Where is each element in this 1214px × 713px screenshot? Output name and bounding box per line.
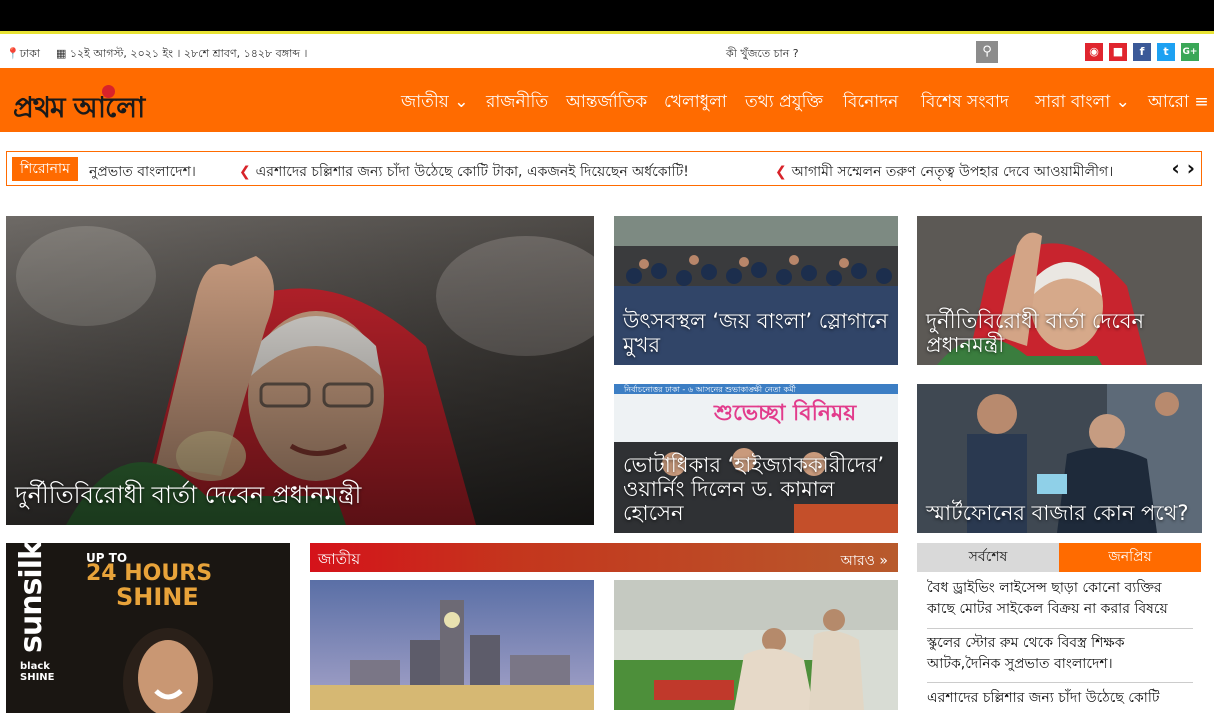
- camera-icon[interactable]: ◉: [1085, 43, 1103, 61]
- ticker-nav[interactable]: ‹ ›: [1172, 156, 1195, 180]
- lead-story-headline[interactable]: দুর্নীতিবিরোধী বার্তা দেবেন প্রধানমন্ত্র…: [15, 481, 586, 509]
- section-more-link[interactable]: আরও »: [841, 549, 888, 573]
- chevron-down-icon: ⌄: [454, 92, 469, 112]
- story-headline[interactable]: স্মার্টফোনের বাজার কোন পথে?: [926, 501, 1194, 525]
- search-button[interactable]: ⚲: [976, 41, 998, 63]
- site-logo[interactable]: প্রথম আলো: [13, 85, 145, 133]
- chevron-left-icon[interactable]: ‹: [1172, 156, 1180, 180]
- headline-ticker: শিরোনাম নুপ্রভাত বাংলাদেশ। ❮ এরশাদের চল্…: [6, 151, 1202, 186]
- search-input[interactable]: কী খুঁজতে চান ?: [726, 45, 799, 64]
- list-item[interactable]: বৈধ ড্রাইভিং লাইসেন্স ছাড়া কোনো ব্যক্তি…: [927, 578, 1193, 620]
- list-item[interactable]: এরশাদের চল্লিশার জন্য চাঁদা উঠেছে কোটি: [927, 688, 1193, 709]
- story-card[interactable]: নির্বাচনোত্তর ঢাকা - ৬ আসনের শুভাকাঙ্ক্ষ…: [614, 384, 898, 533]
- list-divider: [927, 628, 1193, 629]
- nav-item-tech[interactable]: তথ্য প্রযুক্তি: [745, 89, 823, 117]
- chevron-left-icon: ❮: [239, 164, 256, 180]
- memorial-image: [614, 580, 898, 710]
- location: 📍ঢাকা: [6, 47, 41, 60]
- story-card[interactable]: স্মার্টফোনের বাজার কোন পথে?: [917, 384, 1202, 533]
- sidebar-tabs: সর্বশেষ জনপ্রিয়: [917, 543, 1202, 572]
- chevron-down-icon: ⌄: [1115, 92, 1130, 112]
- story-card[interactable]: উৎসবস্থল ‘জয় বাংলা’ স্লোগানে মুখর: [614, 216, 898, 365]
- section-story-image[interactable]: [310, 580, 594, 710]
- ticker-item[interactable]: নুপ্রভাত বাংলাদেশ।: [89, 160, 196, 184]
- ad-line3: SHINE: [116, 583, 199, 611]
- lead-story[interactable]: দুর্নীতিবিরোধী বার্তা দেবেন প্রধানমন্ত্র…: [6, 216, 594, 525]
- logo-dot: [102, 85, 115, 98]
- story-card[interactable]: দুর্নীতিবিরোধী বার্তা দেবেন প্রধানমন্ত্র…: [917, 216, 1202, 365]
- ticker-label: শিরোনাম: [12, 157, 78, 181]
- story-headline[interactable]: ভোটাধিকার ‘হাইজ্যাককারীদের’ ওয়ার্নিং দি…: [623, 453, 890, 525]
- story-headline[interactable]: উৎসবস্থল ‘জয় বাংলা’ স্লোগানে মুখর: [623, 309, 890, 357]
- top-black-bar: [0, 0, 1214, 34]
- tab-latest[interactable]: সর্বশেষ: [917, 543, 1059, 572]
- menu-icon: ≡: [1194, 92, 1209, 112]
- nav-item-special[interactable]: বিশেষ সংবাদ: [921, 89, 1009, 117]
- nav-item-more[interactable]: আরো ≡: [1148, 89, 1209, 117]
- section-story-image[interactable]: [614, 580, 898, 710]
- list-divider: [927, 682, 1193, 683]
- sunsilk-ad[interactable]: sunsilk UP TO 24 HOURS SHINE black SHINE: [6, 543, 290, 713]
- date-line: ▦ ১২ই আগস্ট, ২০২১ ইং । ২৮শে শ্রাবণ, ১৪২৮…: [56, 47, 308, 60]
- video-icon[interactable]: ■: [1109, 43, 1127, 61]
- ticker-item[interactable]: ❮ আগামী সম্মেলন তরুণ নেতৃত্ব উপহার দেবে …: [775, 160, 1113, 184]
- ad-sub: black SHINE: [20, 661, 55, 683]
- nav-item-politics[interactable]: রাজনীতি: [486, 89, 548, 117]
- section-header-national: জাতীয় আরও »: [310, 543, 898, 572]
- location-pin-icon: 📍: [6, 47, 20, 60]
- main-navbar: প্রথম আলো জাতীয় ⌄ রাজনীতি আন্তর্জাতিক খ…: [0, 68, 1214, 132]
- svg-text:নির্বাচনোত্তর ঢাকা - ৬ আসনের শ: নির্বাচনোত্তর ঢাকা - ৬ আসনের শুভাকাঙ্ক্ষ…: [623, 384, 797, 394]
- chevron-right-icon[interactable]: ›: [1187, 156, 1195, 180]
- svg-text:শুভেচ্ছা বিনিময়: শুভেচ্ছা বিনিময়: [713, 399, 857, 426]
- googleplus-icon[interactable]: G+: [1181, 43, 1199, 61]
- section-title[interactable]: জাতীয়: [318, 548, 360, 573]
- lead-story-image: [6, 216, 594, 525]
- chevron-left-icon: ❮: [775, 164, 792, 180]
- nav-item-sports[interactable]: খেলাধুলা: [664, 89, 727, 117]
- tab-popular[interactable]: জনপ্রিয়: [1059, 543, 1201, 572]
- story-headline[interactable]: দুর্নীতিবিরোধী বার্তা দেবেন প্রধানমন্ত্র…: [926, 309, 1194, 357]
- twitter-icon[interactable]: t: [1157, 43, 1175, 61]
- nav-item-entertainment[interactable]: বিনোদন: [843, 89, 898, 117]
- list-item[interactable]: স্কুলের স্টোর রুম থেকে বিবস্ত্র শিক্ষক আ…: [927, 633, 1193, 675]
- calendar-icon: ▦: [56, 47, 70, 60]
- mecca-image: [310, 580, 594, 710]
- nav-item-country[interactable]: সারা বাংলা ⌄: [1035, 89, 1130, 117]
- nav-item-national[interactable]: জাতীয় ⌄: [401, 89, 468, 117]
- ad-brand: sunsilk: [14, 543, 49, 653]
- ticker-item[interactable]: ❮ এরশাদের চল্লিশার জন্য চাঁদা উঠেছে কোটি…: [239, 160, 689, 184]
- top-info-bar: 📍ঢাকা ▦ ১২ই আগস্ট, ২০২১ ইং । ২৮শে শ্রাবণ…: [0, 37, 1214, 68]
- facebook-icon[interactable]: f: [1133, 43, 1151, 61]
- nav-item-international[interactable]: আন্তর্জাতিক: [566, 89, 647, 117]
- search-icon: ⚲: [982, 44, 992, 59]
